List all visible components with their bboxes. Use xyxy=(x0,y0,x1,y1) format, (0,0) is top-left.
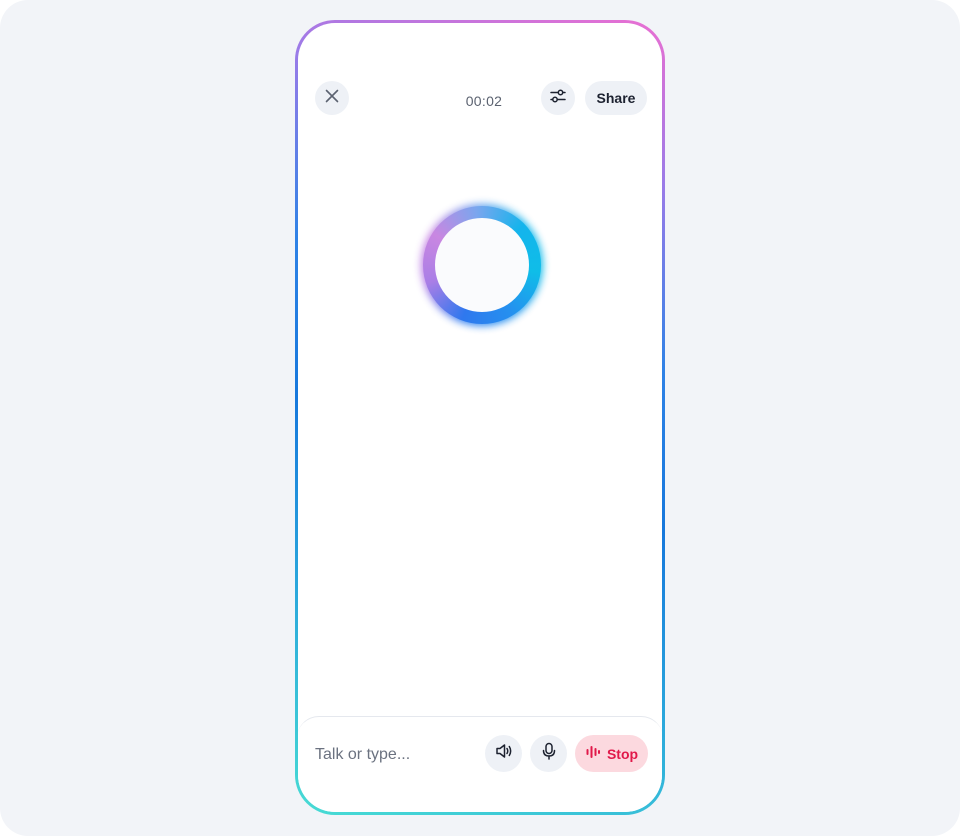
app-background: 00:02 Share Talk or type... Stop xyxy=(0,0,960,836)
close-button[interactable] xyxy=(315,81,349,115)
stop-label: Stop xyxy=(606,745,639,762)
microphone-button[interactable] xyxy=(530,735,567,772)
settings-button[interactable] xyxy=(541,81,575,115)
microphone-icon xyxy=(539,741,559,766)
share-button[interactable]: Share xyxy=(585,81,647,115)
voice-session-panel: 00:02 Share Talk or type... Stop xyxy=(298,23,662,812)
talk-or-type-input[interactable] xyxy=(315,746,475,764)
waveform-icon xyxy=(585,744,601,763)
voice-orb xyxy=(410,193,554,337)
speaker-button[interactable] xyxy=(485,735,522,772)
speaker-icon xyxy=(494,741,514,766)
close-icon xyxy=(324,88,340,109)
voice-session-frame: 00:02 Share Talk or type... Stop xyxy=(295,20,665,815)
session-timer: 00:02 xyxy=(465,93,503,109)
sliders-icon xyxy=(549,87,567,110)
stop-button[interactable]: Stop xyxy=(575,735,648,772)
orb-center xyxy=(435,218,529,312)
